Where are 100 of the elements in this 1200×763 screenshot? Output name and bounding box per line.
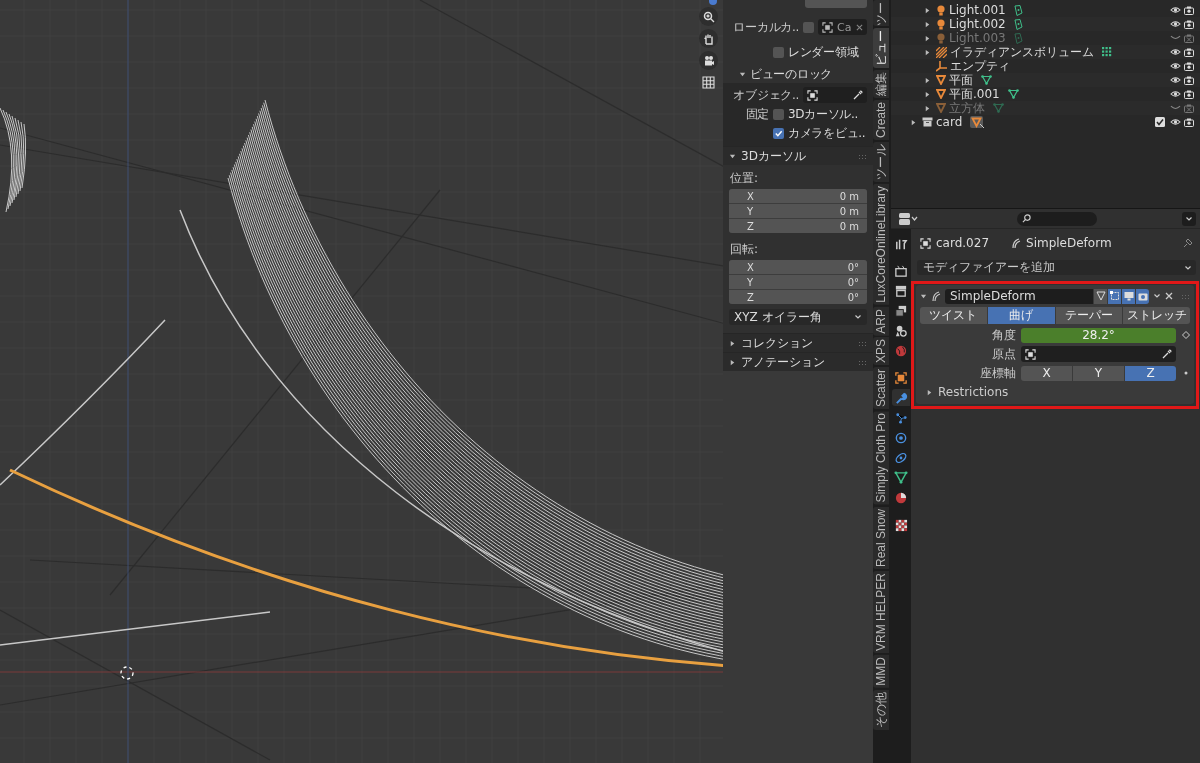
sidebar-tab[interactable]: Real Snow bbox=[873, 506, 889, 569]
add-modifier-dropdown[interactable]: モディファイアーを追加 bbox=[917, 260, 1196, 275]
closed-eye-icon[interactable] bbox=[1170, 34, 1181, 42]
sidebar-tab[interactable]: ツー bbox=[873, 0, 889, 26]
lock-object-field[interactable] bbox=[803, 87, 867, 103]
outliner-item-name[interactable]: card bbox=[936, 115, 963, 129]
sidebar-tab[interactable]: VRM HELPER bbox=[873, 570, 889, 653]
eye-icon[interactable] bbox=[1170, 6, 1181, 14]
caret-icon[interactable] bbox=[854, 313, 862, 321]
closed-eye-icon[interactable] bbox=[1170, 104, 1181, 112]
sidebar-tab[interactable]: その他 bbox=[873, 689, 889, 730]
expand-arrow-icon[interactable] bbox=[729, 339, 736, 347]
axis-option[interactable]: Y bbox=[1073, 365, 1124, 381]
caret-icon[interactable] bbox=[1153, 292, 1161, 300]
sidebar-tab[interactable]: Simply Cloth Pro bbox=[873, 411, 889, 505]
particles-icon[interactable] bbox=[894, 410, 908, 425]
rotation-mode-dropdown[interactable]: XYZ オイラー角 bbox=[729, 309, 867, 325]
expand-arrow-icon[interactable] bbox=[729, 358, 736, 366]
eye-icon[interactable] bbox=[1170, 20, 1181, 28]
grid-button[interactable] bbox=[699, 73, 718, 92]
object-square-icon[interactable] bbox=[894, 370, 908, 385]
sidebar-tab[interactable]: MMD bbox=[873, 654, 889, 688]
cage-toggle[interactable] bbox=[1108, 288, 1121, 304]
angle-field[interactable]: 28.2° bbox=[1021, 327, 1176, 343]
checkbox[interactable] bbox=[803, 21, 814, 33]
viewport-toggle[interactable] bbox=[1122, 288, 1135, 304]
light-data-icon[interactable] bbox=[1013, 4, 1023, 16]
camera-icon[interactable] bbox=[1184, 5, 1194, 15]
checker-icon[interactable] bbox=[894, 517, 908, 532]
camera-icon[interactable] bbox=[1184, 19, 1194, 29]
mesh-data-icon[interactable] bbox=[894, 470, 908, 485]
rotation-fields[interactable]: X 0° Y 0° Z 0° bbox=[729, 260, 867, 304]
sidebar-tab[interactable]: Scatter bbox=[873, 367, 889, 410]
layers-icon[interactable] bbox=[894, 303, 908, 318]
wrench-icon[interactable] bbox=[894, 390, 908, 405]
keyframe-diamond-icon[interactable] bbox=[1181, 331, 1190, 339]
sidebar-tab[interactable]: ARP bbox=[873, 306, 889, 336]
clear-icon[interactable] bbox=[856, 23, 863, 31]
eye-icon[interactable] bbox=[1170, 90, 1181, 98]
axis-option[interactable]: Z bbox=[1125, 365, 1176, 381]
close-icon[interactable] bbox=[1165, 292, 1173, 300]
sidebar-tab[interactable]: Create bbox=[873, 100, 889, 141]
origin-object-field[interactable] bbox=[1021, 346, 1176, 362]
dot-grid-icon[interactable] bbox=[1102, 47, 1112, 57]
render-icon[interactable] bbox=[894, 263, 908, 278]
caret-icon[interactable] bbox=[1184, 263, 1192, 272]
subpanel-title[interactable]: Restrictions bbox=[938, 385, 1009, 399]
outliner-item-name[interactable]: Light.001 bbox=[949, 3, 1006, 17]
eye-icon[interactable] bbox=[1170, 76, 1181, 84]
render-toggle[interactable] bbox=[1136, 288, 1149, 304]
checkbox[interactable] bbox=[773, 127, 784, 139]
sidebar-tab[interactable]: 編集 bbox=[873, 70, 889, 98]
mode-option[interactable]: ストレッチ bbox=[1123, 307, 1190, 324]
sidebar-tab[interactable]: ツール bbox=[873, 142, 889, 183]
modifier-name-field[interactable]: SimpleDeform bbox=[945, 288, 1093, 304]
pin-icon[interactable] bbox=[1183, 238, 1193, 248]
eyedropper-icon[interactable] bbox=[853, 90, 863, 100]
material-sphere-icon[interactable] bbox=[894, 490, 908, 505]
dot-icon[interactable] bbox=[1183, 371, 1188, 375]
outliner-item-name[interactable]: Light.002 bbox=[949, 17, 1006, 31]
checkbox[interactable] bbox=[773, 46, 784, 58]
collapse-arrow-icon[interactable] bbox=[739, 70, 746, 78]
checkbox[interactable] bbox=[773, 108, 784, 120]
scene-icon[interactable] bbox=[894, 323, 908, 338]
collapse-arrow-icon[interactable] bbox=[920, 292, 927, 300]
mode-option[interactable]: ツイスト bbox=[920, 307, 987, 324]
outliner-item-name[interactable]: 平面.001 bbox=[949, 87, 1000, 101]
printer-icon[interactable] bbox=[894, 283, 908, 298]
orbit-icon[interactable] bbox=[894, 430, 908, 445]
sidebar-tab[interactable]: XPS bbox=[873, 337, 889, 366]
chain-icon[interactable] bbox=[894, 450, 908, 465]
camera-icon[interactable] bbox=[1184, 47, 1194, 57]
eye-icon[interactable] bbox=[1170, 118, 1181, 126]
mode-option[interactable]: 曲げ bbox=[987, 307, 1055, 324]
mesh-data-icon[interactable] bbox=[1007, 89, 1019, 99]
camera-icon[interactable] bbox=[1184, 89, 1194, 99]
light-data-icon[interactable] bbox=[1013, 18, 1023, 30]
edit-mode-toggle[interactable] bbox=[1094, 288, 1107, 304]
camera-icon[interactable] bbox=[1184, 117, 1194, 127]
outliner-item-name[interactable]: イラディアンスボリューム bbox=[950, 45, 1094, 59]
camera-object-field[interactable]: Ca bbox=[818, 19, 867, 35]
axis-option[interactable]: X bbox=[1021, 365, 1072, 381]
end-field[interactable] bbox=[805, 0, 867, 8]
globe-icon[interactable] bbox=[894, 343, 908, 358]
collapse-arrow-icon[interactable] bbox=[729, 152, 736, 160]
location-fields[interactable]: X 0 m Y 0 m Z 0 m bbox=[729, 189, 867, 233]
camera-icon[interactable] bbox=[1184, 61, 1194, 71]
outliner-item-name[interactable]: 平面 bbox=[949, 73, 973, 87]
checkbox-icon[interactable] bbox=[1155, 117, 1165, 127]
eye-icon[interactable] bbox=[1170, 48, 1181, 56]
eye-icon[interactable] bbox=[1170, 62, 1181, 70]
editor-type-icon[interactable] bbox=[899, 212, 919, 225]
mesh-data-icon[interactable] bbox=[981, 75, 992, 85]
outliner-item-name[interactable]: エンプティ bbox=[950, 59, 1010, 73]
search-field[interactable] bbox=[1017, 211, 1097, 226]
sidebar-tab[interactable]: LuxCoreOnlineLibrary bbox=[873, 184, 889, 305]
camera-icon[interactable] bbox=[1184, 75, 1194, 85]
subpanel-title[interactable]: ビューのロック bbox=[750, 65, 832, 83]
object-badge-icon[interactable] bbox=[970, 115, 986, 129]
sidebar-tab[interactable]: ビュー bbox=[873, 28, 889, 68]
